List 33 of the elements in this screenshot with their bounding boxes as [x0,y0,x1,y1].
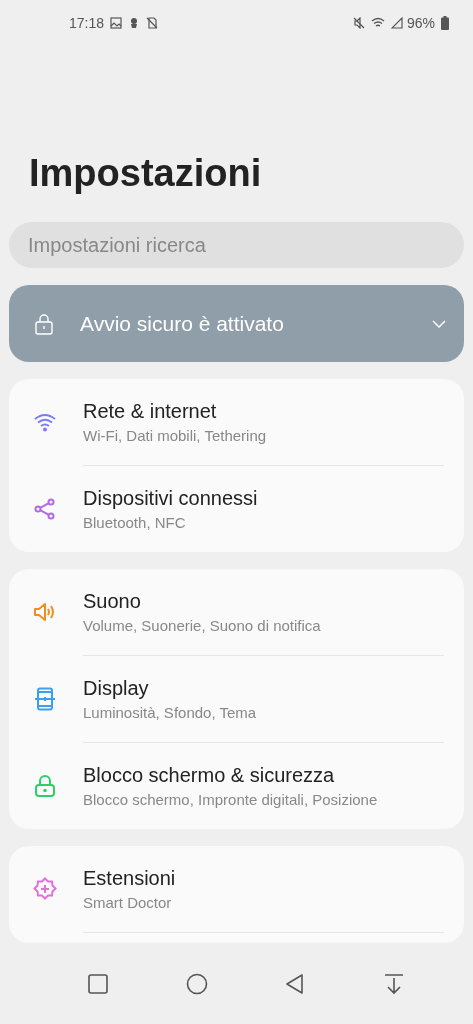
settings-item[interactable]: Blocco schermo & sicurezza Blocco schermo, Impronte digitali, Posizione [83,742,444,829]
wifi-icon [370,17,385,29]
item-subtitle: Bluetooth, NFC [83,514,187,531]
item-title: Display [83,677,150,700]
signal-icon [390,17,403,29]
battery-icon [441,16,449,30]
recents-icon[interactable] [87,972,110,995]
item-subtitle: Luminosità, Sfondo, Tema [83,704,257,721]
item-title: Rete & internet [83,400,218,423]
item-subtitle: Smart Doctor [83,894,173,911]
settings-item[interactable]: Rete & internet Wi-Fi, Dati mobili, Tethering [83,379,444,465]
lock-icon [34,312,54,335]
item-subtitle: Volume, Suonerie, Suono di notifica [83,617,321,634]
item-subtitle: Wi-Fi, Dati mobili, Tethering [83,427,267,444]
item-title: Dispositivi connessi [83,487,258,510]
download-arrow-icon[interactable] [382,972,405,995]
chevron-icon[interactable] [432,319,446,328]
item-title: Estensioni [83,867,176,890]
banner-text: Avvio sicuro è attivato [80,311,285,336]
settings-item[interactable]: Estensioni Smart Doctor [83,846,444,933]
item-subtitle: Blocco schermo, Impronte digitali, Posizione [83,791,378,808]
image-icon [110,17,123,29]
settings-item[interactable]: Display Luminosità, Sfondo, Tema [83,655,444,742]
settings-item[interactable]: Suono Volume, Suonerie, Suono di notifica [83,569,444,655]
status-time: 17:18 [69,15,105,31]
item-title: Suono [83,590,142,613]
mute-icon [352,17,365,29]
battery-percent: 96% [406,15,435,31]
settings-item[interactable]: Dispositivi connessi Bluetooth, NFC [83,465,444,552]
item-title: Blocco schermo & sicurezza [83,764,336,787]
search-field[interactable]: Impostazioni ricerca [9,222,464,268]
home-icon[interactable] [185,972,208,995]
page-title: Impostazioni [29,151,263,195]
